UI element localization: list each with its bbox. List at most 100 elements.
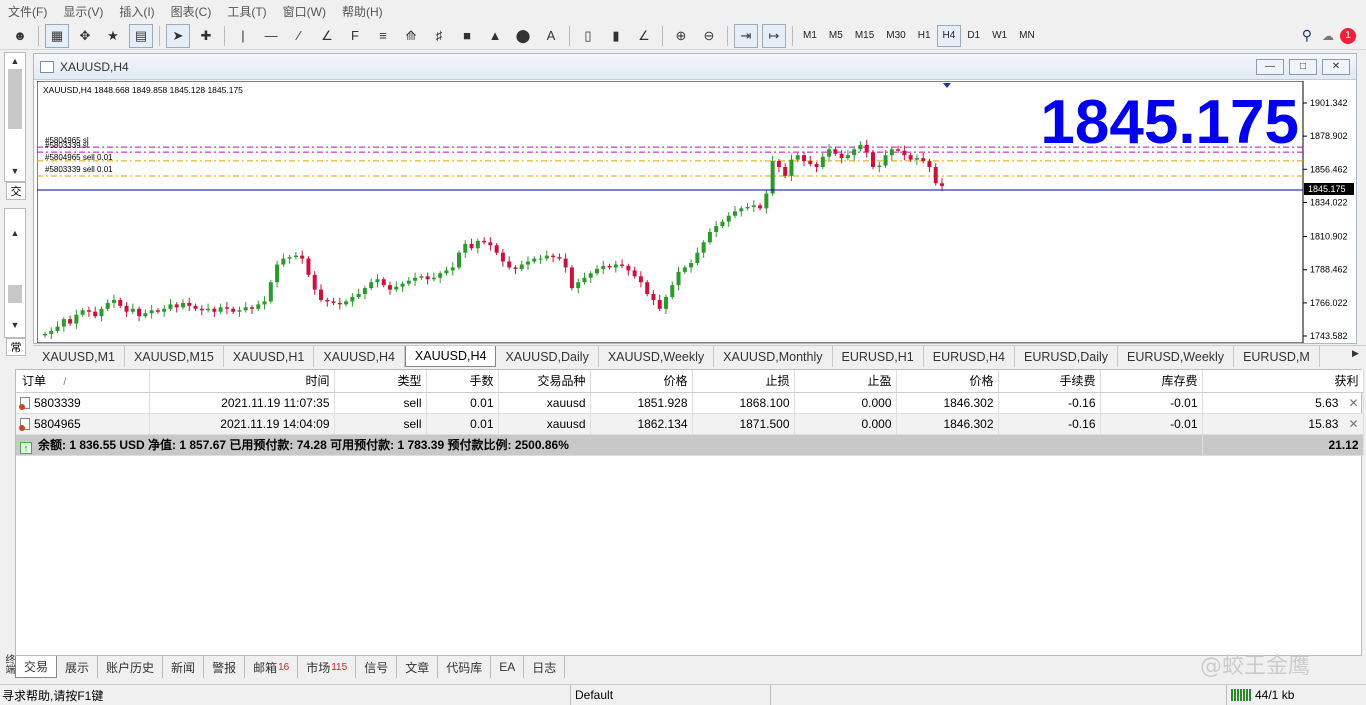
chat-icon[interactable]: ☁	[1322, 29, 1334, 43]
timeframe-mn[interactable]: MN	[1013, 25, 1041, 47]
column-header-time[interactable]: 时间	[149, 370, 335, 393]
chevron-up-icon[interactable]: ▲	[5, 225, 25, 241]
data-window-icon[interactable]: ▤	[129, 23, 153, 48]
status-profile[interactable]: Default	[571, 685, 771, 705]
chart-tab[interactable]: XAUUSD,H4	[404, 346, 497, 367]
fibo-fan-icon[interactable]: ⟰	[399, 24, 423, 48]
rectangle-icon[interactable]: ■	[455, 24, 479, 48]
price-chart[interactable]: #5804965 sl#5803339 sl#5804965 sell 0.01…	[37, 81, 1355, 343]
search-icon[interactable]: ⚲	[1302, 27, 1312, 44]
column-header-type[interactable]: 类型	[334, 370, 427, 393]
terminal-tab[interactable]: 警报	[204, 656, 246, 678]
favorites-star-icon[interactable]: ★	[101, 24, 125, 48]
triangle-icon[interactable]: ▲	[483, 24, 507, 48]
close-order-icon[interactable]: ✕	[1348, 396, 1358, 410]
market-watch-icon[interactable]: ▦	[45, 23, 69, 48]
angle-trendline-icon[interactable]: ∠	[315, 24, 339, 48]
terminal-tab[interactable]: 日志	[524, 656, 566, 678]
line-chart-icon[interactable]: ∠	[632, 24, 656, 48]
table-row[interactable]: 5803339 2021.11.19 11:07:35 sell 0.01 xa…	[16, 392, 1364, 414]
menu-tools[interactable]: 工具(T)	[219, 3, 274, 20]
terminal-tab[interactable]: 信号	[356, 656, 398, 678]
auto-scroll-icon[interactable]: ⇥	[734, 23, 758, 48]
chevron-down-icon[interactable]: ▼	[5, 317, 25, 333]
menu-charts[interactable]: 图表(C)	[163, 3, 220, 20]
column-header-order[interactable]: 订单 /	[16, 370, 150, 393]
column-header-symbol[interactable]: 交易品种	[498, 370, 591, 393]
zoom-out-icon[interactable]: ⊖	[697, 24, 721, 48]
timeframe-w1[interactable]: W1	[986, 25, 1013, 47]
chevron-up-icon[interactable]: ▲	[5, 53, 25, 69]
vertical-line-icon[interactable]: |	[231, 24, 255, 48]
fibonacci-icon[interactable]: F	[343, 24, 367, 48]
bar-chart-icon[interactable]: ▯	[576, 24, 600, 48]
status-connection[interactable]: 44/1 kb	[1226, 685, 1366, 705]
column-header-commission[interactable]: 手续费	[998, 370, 1101, 393]
close-order-icon[interactable]: ✕	[1348, 417, 1358, 431]
fibo-channel-icon[interactable]: ≡	[371, 24, 395, 48]
timeframe-m15[interactable]: M15	[849, 25, 880, 47]
scrollbar-thumb[interactable]	[8, 285, 22, 303]
menu-help[interactable]: 帮助(H)	[334, 3, 391, 20]
accounts-icon[interactable]: ☻	[8, 24, 32, 48]
terminal-tab[interactable]: 市场 115	[298, 656, 357, 678]
column-header-swap[interactable]: 库存费	[1100, 370, 1203, 393]
terminal-tab[interactable]: 文章	[397, 656, 439, 678]
left-tab-common[interactable]: 常	[6, 338, 26, 356]
terminal-tab[interactable]: 代码库	[438, 656, 492, 678]
chart-tab[interactable]: XAUUSD,M1	[33, 346, 125, 367]
column-header-lots[interactable]: 手数	[426, 370, 499, 393]
chart-tab[interactable]: XAUUSD,Monthly	[714, 346, 833, 367]
chart-tab[interactable]: EURUSD,H1	[833, 346, 924, 367]
candlestick-icon[interactable]: ▮	[604, 24, 628, 48]
navigator-crosshair-icon[interactable]: ✥	[73, 24, 97, 48]
column-header-price[interactable]: 价格	[590, 370, 693, 393]
scrollbar-thumb[interactable]	[8, 69, 22, 129]
chart-titlebar[interactable]: XAUUSD,H4 — □ ✕	[34, 54, 1356, 80]
timeframe-h1[interactable]: H1	[912, 25, 937, 47]
terminal-tab[interactable]: 展示	[57, 656, 99, 678]
timeframe-m1[interactable]: M1	[797, 25, 823, 47]
minimize-button[interactable]: —	[1256, 58, 1284, 75]
chart-tab[interactable]: XAUUSD,Daily	[496, 346, 599, 367]
chart-shift-icon[interactable]: ↦	[762, 23, 786, 48]
terminal-tab[interactable]: EA	[491, 656, 525, 678]
text-icon[interactable]: A	[539, 24, 563, 48]
horizontal-line-icon[interactable]: —	[259, 24, 283, 48]
menu-insert[interactable]: 插入(I)	[111, 3, 162, 20]
chart-tab[interactable]: XAUUSD,H1	[224, 346, 315, 367]
timeframe-m5[interactable]: M5	[823, 25, 849, 47]
column-header-profit[interactable]: 获利	[1202, 370, 1364, 393]
left-tab-trade[interactable]: 交	[6, 182, 26, 200]
menu-file[interactable]: 文件(F)	[0, 3, 55, 20]
crosshair-icon[interactable]: ✚	[194, 24, 218, 48]
table-row[interactable]: 5804965 2021.11.19 14:04:09 sell 0.01 xa…	[16, 413, 1364, 435]
terminal-tab[interactable]: 账户历史	[98, 656, 164, 678]
tabs-scroll-right-icon[interactable]: ▶	[1352, 348, 1359, 359]
column-header-tp[interactable]: 止盈	[794, 370, 897, 393]
timeframe-h4[interactable]: H4	[936, 24, 962, 47]
cursor-arrow-icon[interactable]: ➤	[166, 23, 190, 48]
trendline-icon[interactable]: ∕	[287, 24, 311, 48]
chart-tab[interactable]: XAUUSD,H4	[314, 346, 405, 367]
chart-tab[interactable]: EURUSD,Weekly	[1118, 346, 1235, 367]
notification-badge[interactable]: 1	[1340, 27, 1356, 44]
maximize-button[interactable]: □	[1289, 58, 1317, 75]
chart-tab[interactable]: XAUUSD,M15	[125, 346, 224, 367]
column-header-current-price[interactable]: 价格	[896, 370, 999, 393]
ellipse-icon[interactable]: ⬤	[511, 24, 535, 48]
menu-window[interactable]: 窗口(W)	[275, 3, 334, 20]
terminal-tab[interactable]: 邮箱 16	[245, 656, 299, 678]
chart-tab[interactable]: EURUSD,M	[1234, 346, 1320, 367]
terminal-tab[interactable]: 新闻	[163, 656, 205, 678]
terminal-tab[interactable]: 交易	[15, 656, 58, 678]
chevron-down-icon[interactable]: ▼	[5, 163, 25, 179]
close-button[interactable]: ✕	[1322, 58, 1350, 75]
chart-tab[interactable]: EURUSD,H4	[924, 346, 1015, 367]
column-header-sl[interactable]: 止损	[692, 370, 795, 393]
gann-icon[interactable]: ♯	[427, 24, 451, 48]
zoom-in-icon[interactable]: ⊕	[669, 24, 693, 48]
chart-tab[interactable]: XAUUSD,Weekly	[599, 346, 715, 367]
timeframe-d1[interactable]: D1	[961, 25, 986, 47]
menu-view[interactable]: 显示(V)	[55, 3, 111, 20]
